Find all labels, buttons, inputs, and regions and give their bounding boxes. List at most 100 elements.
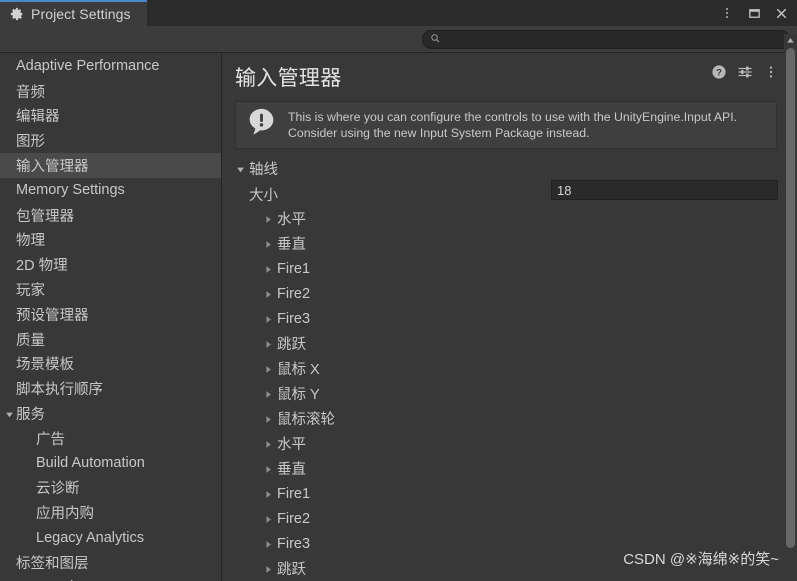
kebab-menu-icon[interactable] <box>715 1 739 25</box>
sidebar-item-label: 图形 <box>16 134 45 151</box>
sidebar-item[interactable]: Build Automation <box>0 451 221 476</box>
axis-entry-row[interactable]: 垂直 <box>223 231 777 256</box>
axis-entry-row[interactable]: Fire1 <box>223 481 777 506</box>
axis-entry-label: Fire2 <box>277 285 311 302</box>
preset-icon[interactable] <box>737 64 753 80</box>
axis-entry-row[interactable]: Fire2 <box>223 506 777 531</box>
sidebar-item[interactable]: TextMesh Pro <box>0 575 221 581</box>
vertical-scrollbar[interactable] <box>784 34 797 581</box>
kebab-menu-icon[interactable] <box>763 64 779 80</box>
foldout-triangle-icon[interactable] <box>263 413 274 424</box>
svg-text:?: ? <box>716 68 722 79</box>
axis-entry-row[interactable]: Fire3 <box>223 306 777 331</box>
sidebar-item[interactable]: 玩家 <box>0 277 221 302</box>
axis-entry-label: Fire3 <box>277 310 311 327</box>
foldout-triangle-icon[interactable] <box>263 238 274 249</box>
axis-entry-row[interactable]: 跳跃 <box>223 556 777 581</box>
project-settings-window: Project Settings Adaptive Performance 音频… <box>0 0 797 581</box>
axis-entry-label: Fire3 <box>277 535 311 552</box>
foldout-triangle-icon[interactable] <box>263 563 274 574</box>
sidebar-item[interactable]: Memory Settings <box>0 178 221 203</box>
axis-entry-row[interactable]: 垂直 <box>223 456 777 481</box>
settings-sidebar[interactable]: Adaptive Performance 音频编辑器图形输入管理器 Memory S… <box>0 54 222 581</box>
sidebar-item[interactable]: 标签和图层 <box>0 550 221 575</box>
foldout-triangle-icon[interactable] <box>4 408 15 419</box>
foldout-triangle-icon[interactable] <box>263 538 274 549</box>
axis-entry-row[interactable]: Fire1 <box>223 256 777 281</box>
sidebar-item[interactable]: 编辑器 <box>0 104 221 129</box>
axis-entry-label: 垂直 <box>277 462 306 478</box>
sidebar-item[interactable]: 服务 <box>0 401 221 426</box>
sidebar-item[interactable]: 包管理器 <box>0 203 221 228</box>
sidebar-item-label: 应用内购 <box>36 506 94 523</box>
sidebar-item-label: 包管理器 <box>16 208 74 225</box>
foldout-triangle-icon[interactable] <box>263 463 274 474</box>
sidebar-item[interactable]: 2D 物理 <box>0 252 221 277</box>
sidebar-item[interactable]: 广告 <box>0 426 221 451</box>
axis-entry-row[interactable]: Fire2 <box>223 281 777 306</box>
sidebar-item[interactable]: 音频 <box>0 79 221 104</box>
sidebar-item-label: 服务 <box>16 407 45 424</box>
foldout-triangle-icon[interactable] <box>263 313 274 324</box>
foldout-triangle-icon[interactable] <box>263 213 274 224</box>
sidebar-item-label: 广告 <box>36 431 65 448</box>
tab-project-settings[interactable]: Project Settings <box>0 0 147 26</box>
title-bar: Project Settings <box>0 0 797 26</box>
header-icon-group: ? <box>711 64 779 80</box>
axes-root-row[interactable]: 轴线 <box>223 156 777 181</box>
foldout-triangle-icon[interactable] <box>263 263 274 274</box>
axis-entry-label: 跳跃 <box>277 337 306 353</box>
sidebar-item[interactable]: 预设管理器 <box>0 302 221 327</box>
axis-entry-label: 水平 <box>277 437 306 453</box>
sidebar-item[interactable]: 云诊断 <box>0 476 221 501</box>
sidebar-item[interactable]: 场景模板 <box>0 352 221 377</box>
sidebar-item[interactable]: 物理 <box>0 228 221 253</box>
sidebar-item-label: 音频 <box>16 84 45 101</box>
axis-entry-label: Fire1 <box>277 485 311 502</box>
info-exclamation-icon <box>246 107 277 143</box>
axis-entry-row[interactable]: 水平 <box>223 431 777 456</box>
axis-entry-row[interactable]: 跳跃 <box>223 331 777 356</box>
scrollbar-thumb[interactable] <box>786 48 795 548</box>
sidebar-item[interactable]: 脚本执行顺序 <box>0 376 221 401</box>
foldout-triangle-icon[interactable] <box>263 438 274 449</box>
tab-label: Project Settings <box>31 6 131 22</box>
axis-entry-row[interactable]: 水平 <box>223 206 777 231</box>
sidebar-item[interactable]: 输入管理器 <box>0 153 221 178</box>
axis-entry-row[interactable]: 鼠标 X <box>223 356 777 381</box>
sidebar-item[interactable]: 应用内购 <box>0 500 221 525</box>
sidebar-item[interactable]: Legacy Analytics <box>0 525 221 550</box>
sidebar-item-label: 2D 物理 <box>16 258 68 275</box>
axes-size-input[interactable] <box>551 180 778 200</box>
sidebar-item-label: 场景模板 <box>16 357 74 374</box>
axis-entry-row[interactable]: 鼠标滚轮 <box>223 406 777 431</box>
search-input[interactable] <box>446 33 776 46</box>
foldout-triangle-icon[interactable] <box>263 513 274 524</box>
foldout-triangle-icon[interactable] <box>263 488 274 499</box>
foldout-triangle-icon[interactable] <box>263 338 274 349</box>
maximize-icon[interactable] <box>742 1 766 25</box>
search-box[interactable] <box>422 30 790 49</box>
info-message-text: This is where you can configure the cont… <box>288 110 738 140</box>
foldout-triangle-icon[interactable] <box>235 163 246 174</box>
axis-entry-row[interactable]: 鼠标 Y <box>223 381 777 406</box>
axis-entry-label: Fire2 <box>277 510 311 527</box>
sidebar-item-label: Legacy Analytics <box>36 529 145 546</box>
foldout-triangle-icon[interactable] <box>263 388 274 399</box>
axes-root-label: 轴线 <box>249 162 278 178</box>
help-icon[interactable]: ? <box>711 64 727 80</box>
sidebar-item-label: 玩家 <box>16 283 45 300</box>
sidebar-item[interactable]: 图形 <box>0 128 221 153</box>
axis-entry-row[interactable]: Fire3 <box>223 531 777 556</box>
sidebar-item-label: 输入管理器 <box>16 159 89 176</box>
sidebar-item[interactable]: 质量 <box>0 327 221 352</box>
sidebar-item-label: 云诊断 <box>36 481 80 498</box>
scroll-up-arrow-icon[interactable] <box>784 34 797 47</box>
main-content: 输入管理器 ? This is where you can configure … <box>223 54 797 581</box>
foldout-triangle-icon[interactable] <box>263 288 274 299</box>
foldout-triangle-icon[interactable] <box>263 363 274 374</box>
sidebar-item-label: 预设管理器 <box>16 307 89 324</box>
sidebar-item[interactable]: Adaptive Performance <box>0 54 221 79</box>
search-icon <box>430 31 441 49</box>
close-icon[interactable] <box>769 1 793 25</box>
